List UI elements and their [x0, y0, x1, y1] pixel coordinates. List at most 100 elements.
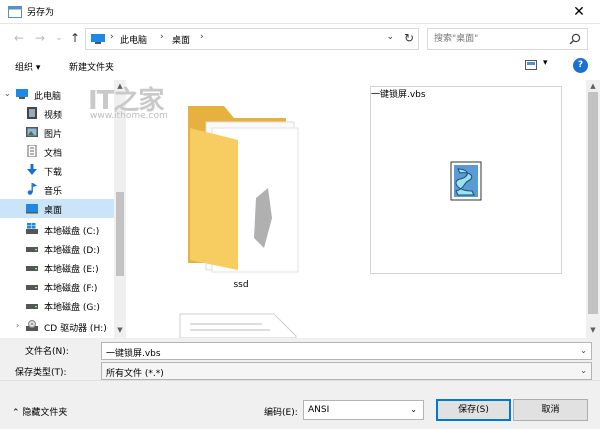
chevron-down-icon[interactable]: ⌄	[580, 346, 587, 355]
recent-locations-button[interactable]: ⌄	[52, 30, 66, 46]
file-name: 一键锁屏.vbs	[371, 90, 426, 100]
scroll-up-arrow-icon[interactable]: ▲	[586, 82, 600, 90]
expand-chevron-icon[interactable]: ›	[16, 321, 19, 330]
pictures-icon	[26, 127, 38, 137]
file-item[interactable]	[178, 304, 298, 338]
document-icon	[179, 313, 297, 338]
hide-folders-button[interactable]: ⌃ 隐藏文件夹	[12, 405, 67, 418]
back-button[interactable]: ←	[12, 30, 26, 46]
sidebar-item-label: 桌面	[44, 206, 63, 216]
vbs-script-icon	[450, 161, 482, 201]
filename-input[interactable]: 一键锁屏.vbs ⌄	[101, 342, 592, 360]
desktop-icon	[26, 204, 38, 214]
breadcrumb-desktop[interactable]: 桌面	[172, 33, 190, 46]
scroll-down-arrow-icon[interactable]: ▼	[114, 326, 126, 334]
sidebar-item-label: 本地磁盘 (C:)	[44, 227, 100, 237]
view-options-icon[interactable]	[525, 60, 537, 70]
save-form: 文件名(N): 一键锁屏.vbs ⌄ 保存类型(T): 所有文件 (*.*) ⌄	[0, 338, 600, 380]
cancel-button[interactable]: 取消	[513, 399, 588, 421]
search-input[interactable]	[428, 29, 568, 49]
address-dropdown[interactable]: ⌄	[386, 32, 394, 42]
video-icon	[27, 107, 37, 119]
file-item[interactable]: ssd	[166, 98, 316, 294]
sidebar-item-drive-g[interactable]: 本地磁盘 (G:)	[0, 296, 114, 315]
music-icon	[27, 183, 37, 195]
filename-value: 一键锁屏.vbs	[106, 349, 161, 359]
documents-icon	[27, 145, 37, 157]
collapse-chevron-icon[interactable]: ⌄	[4, 89, 11, 98]
command-toolbar: 组织 ▾ 新建文件夹 ▾ ?	[0, 54, 600, 78]
cd-drive-icon	[26, 320, 38, 331]
scroll-down-arrow-icon[interactable]: ▼	[586, 326, 600, 334]
sidebar-item-label: 本地磁盘 (E:)	[44, 265, 99, 275]
sidebar-item-label: 此电脑	[34, 92, 62, 102]
sidebar-item-label: CD 驱动器 (H:)	[44, 324, 107, 334]
content-scrollbar[interactable]: ▲ ▼	[586, 80, 600, 338]
encoding-label: 编码(E):	[264, 408, 298, 418]
filetype-value: 所有文件 (*.*)	[106, 369, 164, 379]
breadcrumb-separator[interactable]: ›	[160, 32, 164, 42]
chevron-down-icon[interactable]: ⌄	[410, 405, 417, 414]
breadcrumb-separator[interactable]: ›	[200, 32, 204, 42]
sidebar-item-label: 本地磁盘 (D:)	[44, 246, 100, 256]
sidebar-scroll-thumb[interactable]	[116, 192, 124, 276]
drive-icon	[26, 304, 38, 309]
windows-drive-icon	[26, 223, 38, 234]
encoding-select[interactable]: ANSI ⌄	[303, 400, 424, 420]
watermark: IT之家 www.ithome.com	[88, 80, 178, 121]
folder-icon	[188, 106, 299, 273]
title-bar: 另存为 ✕	[0, 0, 600, 24]
sidebar-item-documents[interactable]: 文档	[0, 142, 114, 161]
navigation-bar: ← → ⌄ ↑ › 此电脑 › 桌面 › ⌄ ↻	[0, 24, 600, 54]
save-button[interactable]: 保存(S)	[436, 399, 511, 421]
sidebar-item-label: 文档	[44, 149, 63, 159]
sidebar-item-label: 图片	[44, 130, 63, 140]
sidebar-item-drive-e[interactable]: 本地磁盘 (E:)	[0, 258, 114, 277]
sidebar-item-label: 本地磁盘 (F:)	[44, 284, 98, 294]
sidebar-item-drive-c[interactable]: 本地磁盘 (C:)	[0, 220, 114, 239]
dialog-footer: ⌃ 隐藏文件夹 编码(E): ANSI ⌄ 保存(S) 取消	[0, 380, 600, 429]
filetype-select[interactable]: 所有文件 (*.*) ⌄	[101, 362, 592, 380]
address-bar[interactable]: › 此电脑 › 桌面 › ⌄ ↻	[85, 28, 419, 50]
search-icon[interactable]	[569, 33, 581, 45]
computer-icon	[91, 34, 105, 44]
sidebar-item-label: 本地磁盘 (G:)	[44, 303, 100, 313]
file-name: ssd	[233, 280, 249, 290]
new-folder-button[interactable]: 新建文件夹	[69, 60, 114, 73]
content-scroll-thumb[interactable]	[588, 92, 598, 314]
search-box[interactable]	[427, 28, 588, 50]
forward-button[interactable]: →	[33, 30, 47, 46]
sidebar-item-desktop[interactable]: 桌面	[0, 199, 114, 218]
help-button[interactable]: ?	[573, 58, 588, 73]
computer-icon	[16, 89, 28, 99]
sidebar-item-label: 下载	[44, 168, 63, 178]
drive-icon	[26, 285, 38, 290]
sidebar-item-drive-d[interactable]: 本地磁盘 (D:)	[0, 239, 114, 258]
download-icon	[27, 164, 37, 175]
filename-label: 文件名(N):	[25, 347, 69, 357]
encoding-value: ANSI	[308, 405, 330, 415]
sidebar-item-pictures[interactable]: 图片	[0, 123, 114, 142]
close-button[interactable]: ✕	[558, 0, 600, 24]
breadcrumb-this-pc[interactable]: 此电脑	[120, 33, 147, 46]
refresh-button[interactable]: ↻	[404, 31, 414, 45]
sidebar-item-drive-f[interactable]: 本地磁盘 (F:)	[0, 277, 114, 296]
drive-icon	[26, 247, 38, 252]
filetype-label: 保存类型(T):	[15, 368, 67, 378]
chevron-down-icon[interactable]: ⌄	[580, 366, 587, 375]
sidebar-item-downloads[interactable]: 下载	[0, 161, 114, 180]
watermark-url: www.ithome.com	[90, 111, 168, 121]
breadcrumb-separator[interactable]: ›	[110, 32, 114, 42]
organize-button[interactable]: 组织 ▾	[15, 60, 40, 73]
up-button[interactable]: ↑	[68, 30, 82, 46]
sidebar-item-label: 音乐	[44, 187, 63, 197]
save-dialog-icon	[8, 6, 22, 18]
sidebar-item-cd-drive-h[interactable]: › CD 驱动器 (H:)	[0, 317, 114, 336]
window-title: 另存为	[27, 8, 55, 18]
sidebar-item-music[interactable]: 音乐	[0, 180, 114, 199]
drive-icon	[26, 266, 38, 271]
sidebar-item-label: 视频	[44, 111, 63, 121]
file-list-view: ssd 一键锁屏.vbs	[126, 78, 586, 338]
view-options-dropdown[interactable]: ▾	[543, 58, 548, 68]
file-item[interactable]: 一键锁屏.vbs	[370, 86, 562, 274]
